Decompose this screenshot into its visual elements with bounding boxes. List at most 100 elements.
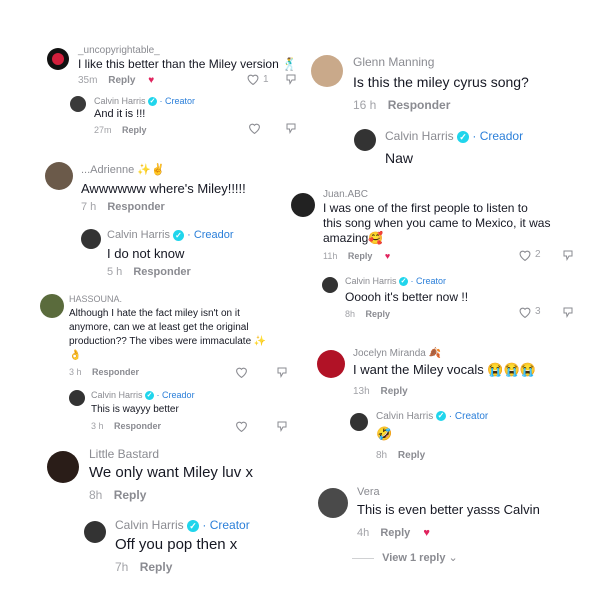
avatar[interactable] xyxy=(40,294,64,318)
comment-body: This is wayyy better xyxy=(91,404,179,415)
comment-text: I like this better than the Miley versio… xyxy=(78,57,297,71)
username[interactable]: Jocelyn Miranda 🍂 xyxy=(353,348,441,359)
username[interactable]: ...Adrienne ✨✌ xyxy=(81,163,165,176)
dislike-icon[interactable] xyxy=(276,420,288,432)
timestamp: 8h xyxy=(89,488,103,502)
comment-body: I was one of the first people to listen … xyxy=(323,201,551,245)
creator-liked-icon: ♥ xyxy=(423,527,430,539)
timestamp: 5 h xyxy=(107,266,123,278)
creator-badge: · Creator xyxy=(410,276,447,286)
sparkle-emoji: ✨ xyxy=(253,336,267,347)
dislike-icon[interactable] xyxy=(562,249,574,261)
avatar[interactable] xyxy=(317,350,345,378)
dislike-icon[interactable] xyxy=(285,122,297,134)
reply-button[interactable]: Reply xyxy=(108,75,135,86)
avatar[interactable] xyxy=(318,488,348,518)
username[interactable]: Glenn Manning xyxy=(353,55,434,69)
avatar[interactable] xyxy=(69,390,85,406)
timestamp: 8h xyxy=(345,309,356,319)
avatar[interactable] xyxy=(47,451,79,483)
reply-button[interactable]: Reply xyxy=(348,251,373,261)
avatar[interactable] xyxy=(81,229,101,249)
ok-hand-emoji: 👌 xyxy=(69,350,82,361)
comment-body: I like this better than the Miley versio… xyxy=(78,57,279,71)
creator-badge: · Creator xyxy=(159,96,196,106)
timestamp: 3 h xyxy=(91,421,104,431)
like-count: 1 xyxy=(263,74,269,85)
reply-button[interactable]: Responder xyxy=(133,266,190,278)
verified-badge-icon: ✓ xyxy=(148,97,158,107)
comment-meta: 8h Reply xyxy=(376,450,425,461)
reply-button[interactable]: Reply xyxy=(366,309,391,319)
reply-button[interactable]: Responder xyxy=(388,98,451,112)
dislike-icon[interactable] xyxy=(276,366,288,378)
comment-body: Awwwwww where's Miley!!!!! xyxy=(81,181,246,196)
reply-button[interactable]: Reply xyxy=(140,560,173,574)
timestamp: 35m xyxy=(78,75,98,86)
laughing-emoji: 🤣 xyxy=(376,426,393,441)
verified-badge-icon: ✓ xyxy=(187,519,200,532)
username[interactable]: Juan.ABC xyxy=(323,189,368,200)
heart-icon[interactable] xyxy=(235,366,248,378)
avatar[interactable] xyxy=(311,55,343,87)
reply-button[interactable]: Reply xyxy=(114,488,147,502)
like-count: 3 xyxy=(535,306,541,317)
heart-icon[interactable] xyxy=(248,122,261,134)
creator-badge: · Creator xyxy=(202,518,250,532)
avatar[interactable] xyxy=(291,193,315,217)
reply-button[interactable]: Reply xyxy=(122,125,147,135)
view-replies[interactable]: View 1 reply ⌄ xyxy=(352,551,458,564)
username[interactable]: _uncopyrightable_ xyxy=(78,45,160,56)
comment-meta: 8h Reply xyxy=(89,488,146,502)
avatar[interactable] xyxy=(322,277,338,293)
comment-meta: 27m Reply xyxy=(94,125,147,135)
comment-body: I do not know xyxy=(107,246,185,261)
comment-body: Although I hate the fact miley isn't on … xyxy=(69,308,267,361)
dislike-icon[interactable] xyxy=(562,306,574,318)
reply-button[interactable]: Reply xyxy=(380,386,407,397)
like-count: 2 xyxy=(535,249,541,260)
username[interactable]: Calvin Harris ✓ · Creator xyxy=(115,518,250,532)
avatar[interactable] xyxy=(354,129,376,151)
comment-meta: 7 h Responder xyxy=(81,201,165,213)
username[interactable]: Calvin Harris ✓ · Creator xyxy=(94,96,196,107)
reply-button[interactable]: Reply xyxy=(380,527,410,539)
username[interactable]: Calvin Harris ✓ · Creator xyxy=(376,411,488,422)
heart-icon[interactable] xyxy=(246,73,260,85)
timestamp: 16 h xyxy=(353,98,377,112)
username[interactable]: Little Bastard xyxy=(89,447,159,461)
sparkle-emoji: ✨✌ xyxy=(137,164,165,176)
timestamp: 27m xyxy=(94,125,112,135)
heart-icon[interactable] xyxy=(235,420,248,432)
reply-button[interactable]: Responder xyxy=(107,201,164,213)
smiling-hearts-emoji: 🥰 xyxy=(368,231,384,245)
username[interactable]: HASSOUNA. xyxy=(69,294,122,304)
dislike-icon[interactable] xyxy=(285,73,297,85)
avatar[interactable] xyxy=(47,48,69,70)
verified-badge-icon: ✓ xyxy=(457,130,470,143)
timestamp: 8h xyxy=(376,450,388,461)
creator-liked-icon: ♥ xyxy=(148,75,155,86)
reply-button[interactable]: Responder xyxy=(92,367,139,377)
chevron-down-icon: ⌄ xyxy=(448,552,458,564)
crying-emoji: 😭😭😭 xyxy=(487,362,536,377)
comment-meta: 13h Reply xyxy=(353,386,408,397)
username[interactable]: Calvin Harris ✓ · Creador xyxy=(107,229,234,241)
username[interactable]: Vera xyxy=(357,486,380,498)
avatar[interactable] xyxy=(45,162,73,190)
comment-meta: 3 h Responder xyxy=(69,367,139,377)
comment-body: Naw xyxy=(385,150,414,166)
reply-button[interactable]: Responder xyxy=(114,421,161,431)
username[interactable]: Calvin Harris ✓ · Creador xyxy=(385,129,523,143)
heart-icon[interactable] xyxy=(518,306,532,318)
heart-icon[interactable] xyxy=(518,249,532,261)
reply-button[interactable]: Reply xyxy=(398,450,425,461)
timestamp: 4h xyxy=(357,527,370,539)
avatar[interactable] xyxy=(70,96,86,112)
creator-badge: · Creador xyxy=(187,229,234,241)
username[interactable]: Calvin Harris ✓ · Creator xyxy=(345,276,447,287)
avatar[interactable] xyxy=(84,521,106,543)
comment-body: Ooooh it's better now !! xyxy=(345,290,469,304)
avatar[interactable] xyxy=(350,413,368,431)
username[interactable]: Calvin Harris ✓ · Creador xyxy=(91,390,195,401)
